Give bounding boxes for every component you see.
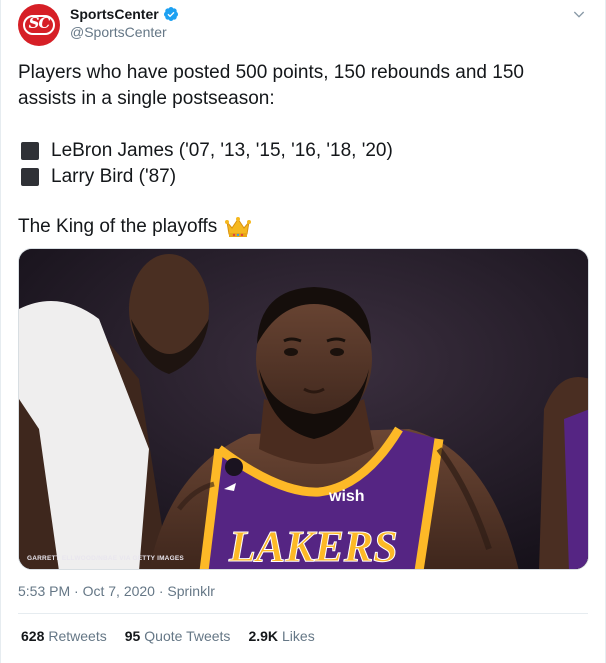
likes-stat[interactable]: 2.9K Likes: [248, 628, 314, 644]
crown-icon: [225, 217, 252, 237]
list-item-text: LeBron James ('07, '13, '15, '16, '18, '…: [51, 140, 393, 161]
closing-text: The King of the playoffs: [18, 216, 218, 237]
black-square-icon: [21, 142, 39, 160]
tweet-text-closing: The King of the playoffs: [18, 214, 252, 240]
tweet-text-intro: Players who have posted 500 points, 150 …: [18, 62, 524, 109]
quote-tweets-stat[interactable]: 95 Quote Tweets: [125, 628, 231, 644]
tweet-stats: 628 Retweets 95 Quote Tweets 2.9K Likes: [21, 628, 333, 644]
player-photo-illustration: wish LAKERS: [19, 249, 588, 570]
list-item: LeBron James ('07, '13, '15, '16, '18, '…: [18, 138, 393, 164]
likes-count: 2.9K: [248, 628, 279, 644]
avatar-logo-text: SC: [28, 14, 51, 32]
tweet-card: SC SportsCenter @SportsCenter Players wh…: [0, 0, 606, 663]
avatar[interactable]: SC: [18, 4, 60, 46]
jersey-patch-text: wish: [328, 488, 365, 505]
display-name[interactable]: SportsCenter: [70, 6, 159, 22]
divider: [18, 613, 588, 614]
retweets-label: Retweets: [48, 628, 107, 644]
list-item-text: Larry Bird ('87): [51, 166, 177, 187]
photo-credit: GARRETT ELLWOOD/NBAE VIA GETTY IMAGES: [27, 555, 184, 562]
quote-tweets-label: Quote Tweets: [144, 628, 231, 644]
black-square-icon: [21, 168, 39, 186]
retweets-stat[interactable]: 628 Retweets: [21, 628, 107, 644]
quote-tweets-count: 95: [124, 628, 141, 644]
verified-badge-icon: [163, 7, 178, 21]
name-row: SportsCenter: [70, 6, 179, 22]
handle[interactable]: @SportsCenter: [70, 24, 167, 40]
jersey-text: LAKERS: [228, 522, 398, 570]
likes-label: Likes: [282, 628, 315, 644]
tweet-photo[interactable]: wish LAKERS GARRETT ELLWOOD/NBAE VIA GET…: [18, 248, 589, 570]
chevron-down-icon[interactable]: [571, 6, 587, 22]
list-item: Larry Bird ('87): [18, 164, 176, 190]
retweets-count: 628: [21, 628, 45, 644]
tweet-timestamp[interactable]: 5:53 PM · Oct 7, 2020 · Sprinklr: [18, 583, 215, 599]
